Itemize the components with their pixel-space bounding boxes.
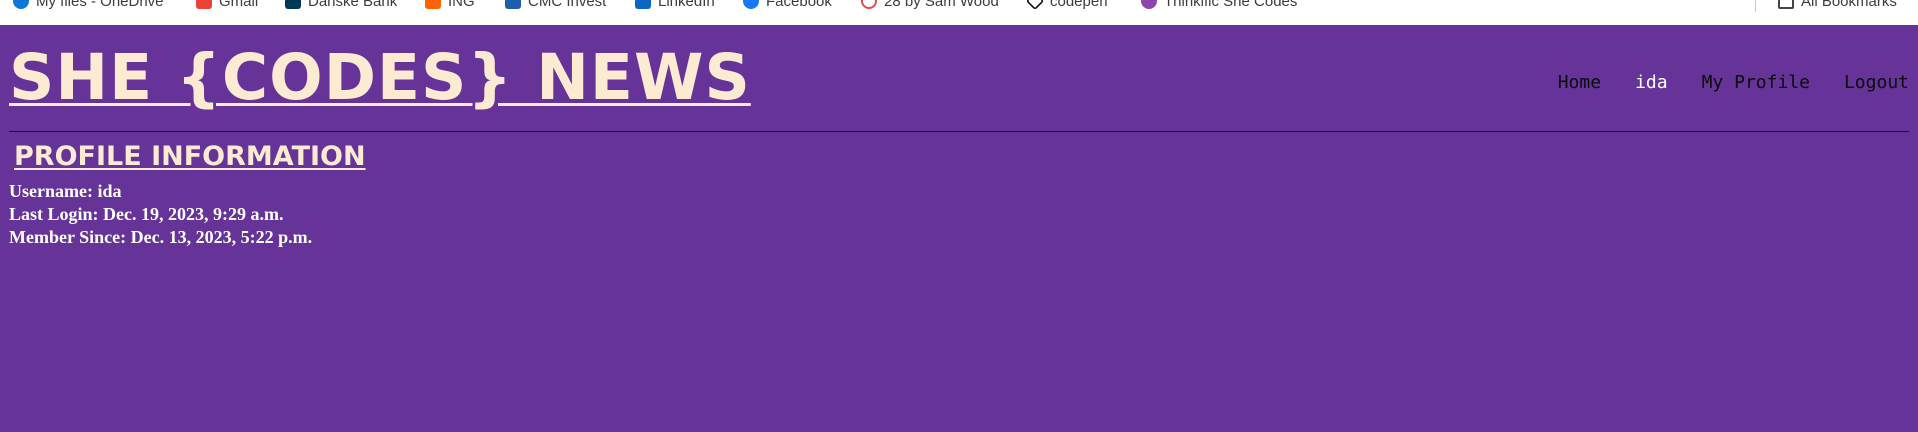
- bookmark-label: 28 by Sam Wood: [884, 0, 999, 10]
- profile-username: Username: ida: [9, 181, 122, 201]
- profile-info: Username: ida Last Login: Dec. 19, 2023,…: [9, 180, 312, 249]
- facebook-icon: [743, 0, 759, 9]
- site-header: SHE {CODES} NEWS Home ida My Profile Log…: [9, 25, 1909, 132]
- profile-last-login: Last Login: Dec. 19, 2023, 9:29 a.m.: [9, 204, 284, 224]
- site-title-link[interactable]: SHE {CODES} NEWS: [9, 38, 751, 118]
- linkedin-icon: [635, 0, 651, 9]
- nav-home-link[interactable]: Home: [1558, 71, 1601, 95]
- bookmark-linkedin[interactable]: LinkedIn: [635, 0, 715, 11]
- profile-heading: PROFILE INFORMATION: [14, 141, 366, 172]
- ing-lion-icon: [425, 0, 441, 9]
- bookmark-label: Danske Bank: [308, 0, 398, 10]
- bookmark-label: My files - OneDrive: [36, 0, 164, 10]
- bookmark-label: LinkedIn: [658, 0, 715, 10]
- codepen-icon: [1025, 0, 1045, 11]
- bookmark-28-by-sam-wood[interactable]: 28 by Sam Wood: [861, 0, 999, 11]
- bookmark-label: Facebook: [766, 0, 832, 10]
- bookmark-label: codepen: [1050, 0, 1108, 10]
- bookmark-ing[interactable]: ING: [425, 0, 475, 11]
- bookmark-cmc-invest[interactable]: CMC Invest: [505, 0, 606, 11]
- main-nav: Home ida My Profile Logout: [1558, 71, 1909, 95]
- bookmarks-bar: My files - OneDrive Gmail Danske Bank IN…: [0, 0, 1918, 25]
- bookmark-label: Gmail: [219, 0, 259, 10]
- profile-member-since: Member Since: Dec. 13, 2023, 5:22 p.m.: [9, 227, 313, 247]
- bookmark-onedrive[interactable]: My files - OneDrive: [13, 0, 164, 11]
- bookmark-label: ING: [448, 0, 475, 10]
- page-content: SHE {CODES} NEWS Home ida My Profile Log…: [0, 25, 1918, 432]
- cmc-invest-icon: [505, 0, 521, 9]
- bookmark-thinkific-she-codes[interactable]: Thinkific She Codes: [1141, 0, 1297, 11]
- bookmark-label: CMC Invest: [528, 0, 607, 10]
- nav-logout-link[interactable]: Logout: [1844, 71, 1909, 95]
- 28-by-sam-wood-icon: [861, 0, 877, 9]
- bookmarks-divider: [1755, 0, 1756, 12]
- danske-bank-icon: [285, 0, 301, 9]
- bookmark-facebook[interactable]: Facebook: [743, 0, 832, 11]
- all-bookmarks-button[interactable]: All Bookmarks: [1778, 0, 1897, 11]
- onedrive-icon: [13, 0, 29, 9]
- bookmark-codepen[interactable]: codepen: [1025, 0, 1108, 11]
- gmail-icon: [196, 0, 212, 9]
- bookmark-gmail[interactable]: Gmail: [196, 0, 258, 11]
- all-bookmarks-label: All Bookmarks: [1801, 0, 1897, 10]
- bookmark-label: Thinkific She Codes: [1164, 0, 1298, 10]
- folder-icon: [1778, 0, 1794, 9]
- nav-my-profile-link[interactable]: My Profile: [1702, 71, 1810, 95]
- thinkific-icon: [1141, 0, 1157, 9]
- bookmark-danske-bank[interactable]: Danske Bank: [285, 0, 397, 11]
- nav-user-link[interactable]: ida: [1635, 71, 1668, 95]
